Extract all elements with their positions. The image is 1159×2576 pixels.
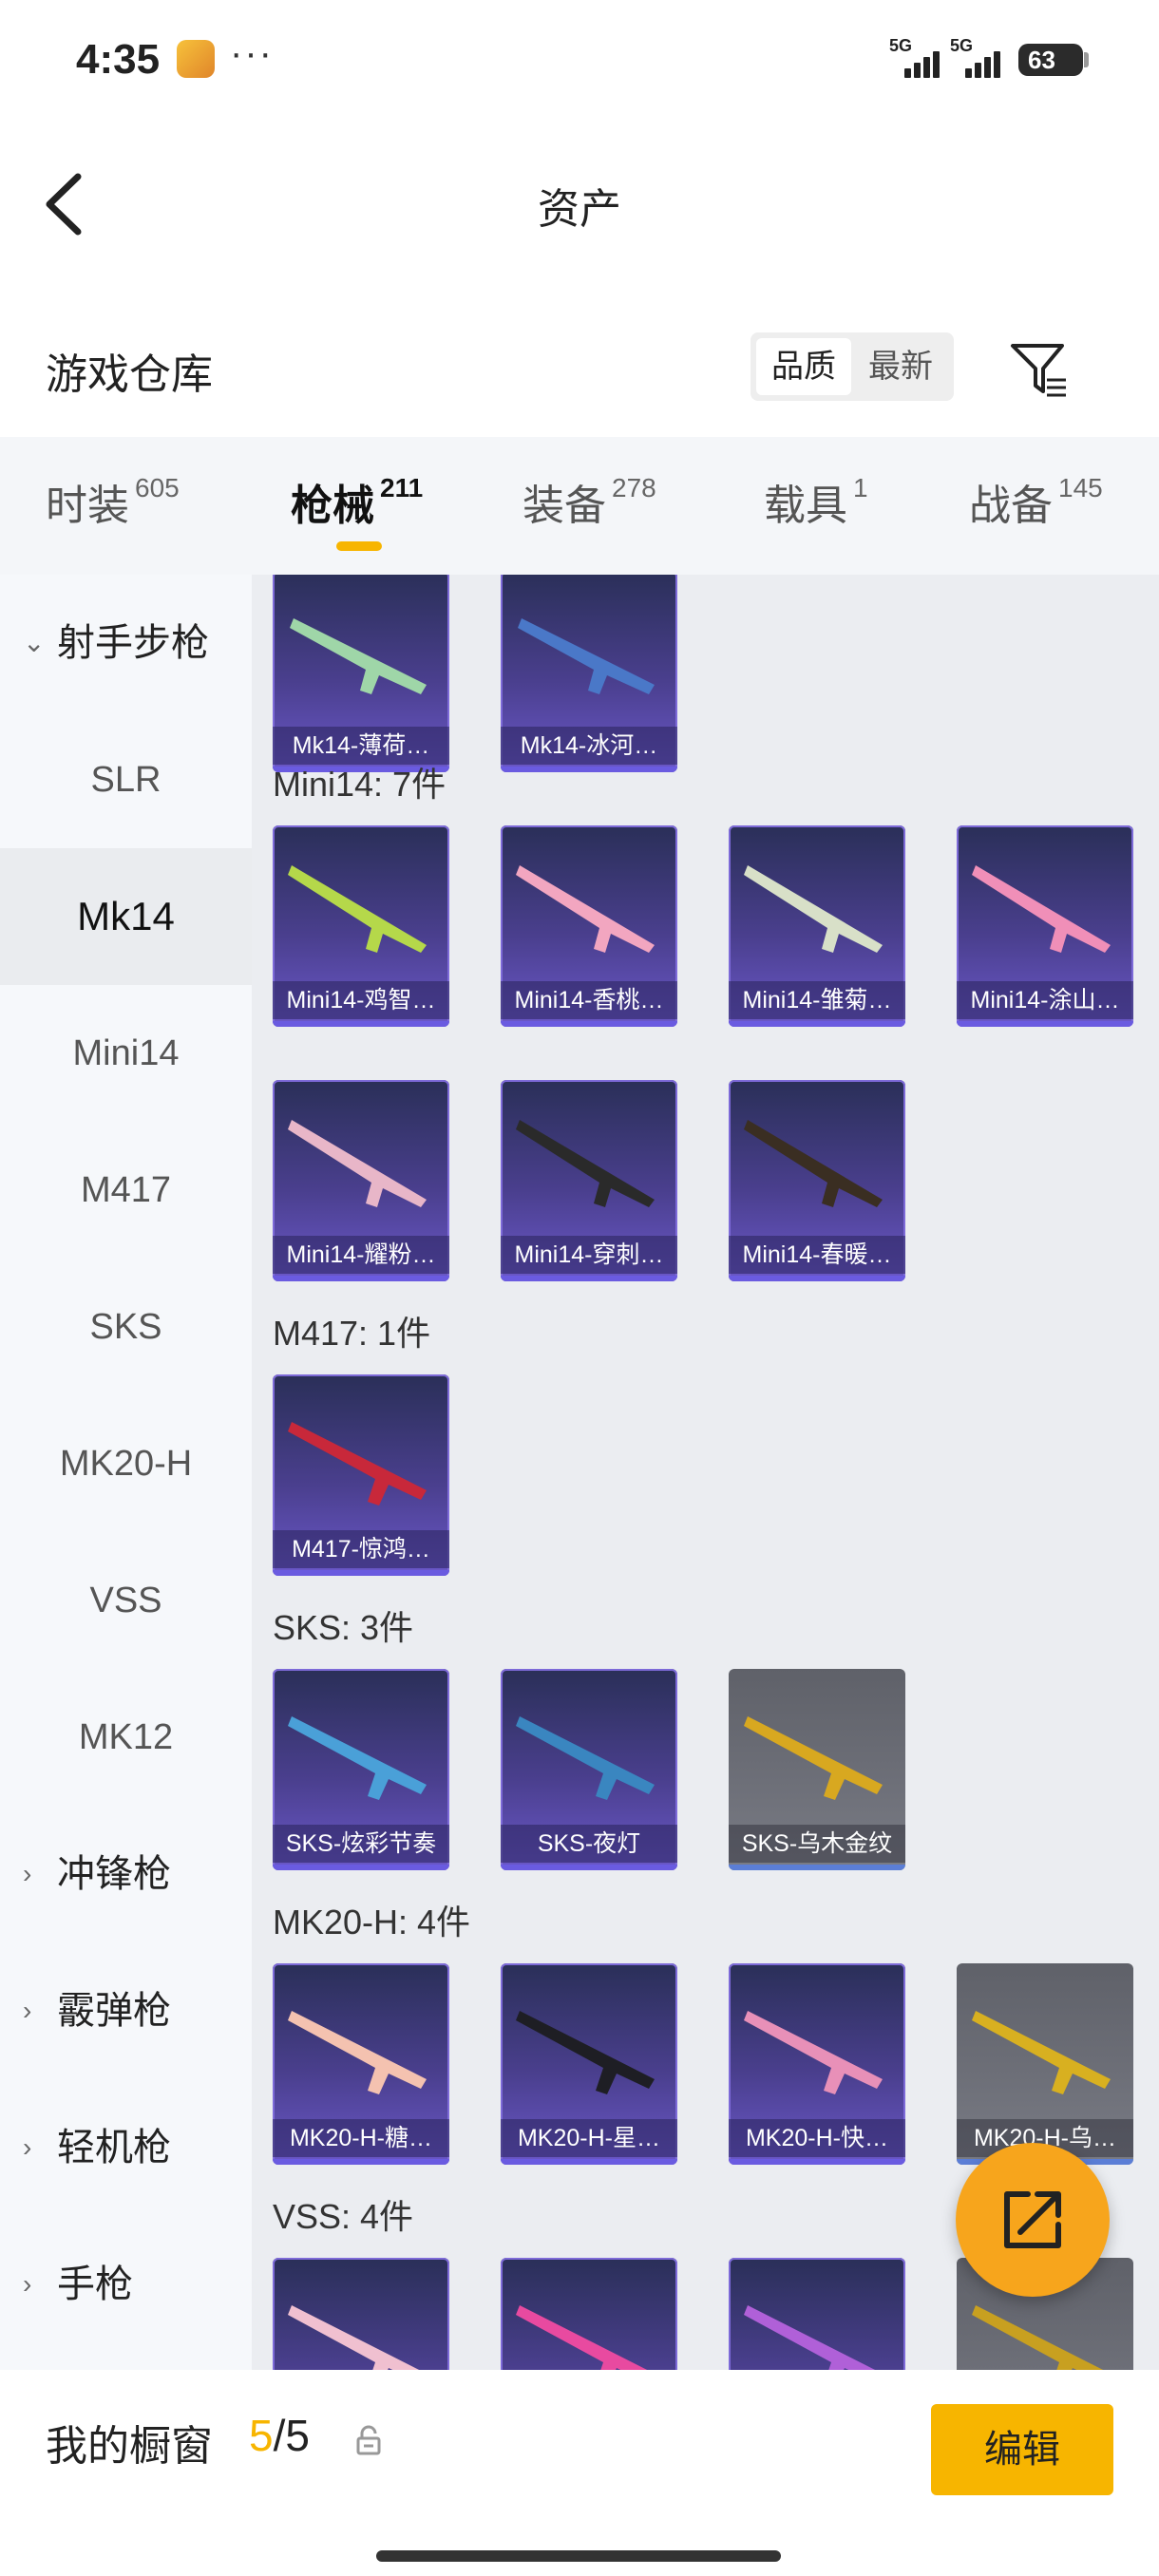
weapon-card[interactable]: MK20-H-快… xyxy=(729,1963,905,2165)
weapon-card[interactable]: Mk14-薄荷… xyxy=(273,575,449,772)
weapon-card[interactable]: Mk14-冰河… xyxy=(501,575,677,772)
weapon-card[interactable]: MK20-H-星… xyxy=(501,1963,677,2165)
weapon-card[interactable] xyxy=(501,2258,677,2370)
app-notification-icon xyxy=(177,40,215,78)
category-tabs: 时装 605 枪械 211 装备 278 载具 1 战备 145 xyxy=(0,437,1159,575)
home-indicator[interactable] xyxy=(376,2550,781,2562)
sidebar-item-m417[interactable]: M417 xyxy=(0,1122,252,1259)
rifle-icon xyxy=(288,1422,427,1506)
sidebar-item-vss[interactable]: VSS xyxy=(0,1532,252,1669)
group-label-sks: SKS: 3件 xyxy=(273,1608,414,1647)
sort-quality-button[interactable]: 品质 xyxy=(756,338,851,395)
rifle-icon xyxy=(290,618,427,694)
sidebar-group-lmg[interactable]: › 轻机枪 xyxy=(0,2079,252,2216)
weapon-card[interactable]: Mini14-香桃… xyxy=(501,825,677,1027)
sidebar-item-mk20h[interactable]: MK20-H xyxy=(0,1395,252,1532)
rifle-icon xyxy=(744,865,883,953)
rifle-icon xyxy=(972,2011,1111,2094)
group-label-m417: M417: 1件 xyxy=(273,1314,431,1353)
filter-icon[interactable] xyxy=(1009,340,1070,401)
warehouse-title: 游戏仓库 xyxy=(46,351,213,398)
sort-newest-button[interactable]: 最新 xyxy=(853,338,948,395)
weapon-card[interactable]: SKS-乌木金纹 xyxy=(729,1669,905,1870)
chevron-right-icon: › xyxy=(23,2132,32,2162)
sidebar-item-sks[interactable]: SKS xyxy=(0,1259,252,1395)
rifle-icon xyxy=(518,618,655,694)
weapon-card[interactable]: Mini14-穿刺… xyxy=(501,1080,677,1281)
weapon-card[interactable]: SKS-炫彩节奏 xyxy=(273,1669,449,1870)
weapon-card[interactable]: SKS-夜灯 xyxy=(501,1669,677,1870)
tab-active-indicator xyxy=(336,541,382,551)
showcase-bar: 我的橱窗 5/5 编辑 xyxy=(0,2370,1159,2576)
tab-equipment[interactable]: 装备 278 xyxy=(522,471,656,532)
rifle-icon xyxy=(744,1120,883,1207)
lock-icon xyxy=(356,2425,381,2455)
signal-icon-2: 5G xyxy=(950,36,1007,80)
edit-button[interactable]: 编辑 xyxy=(931,2404,1113,2495)
more-notifications-icon: ··· xyxy=(230,32,274,74)
battery-icon: 63 xyxy=(1018,44,1083,76)
status-bar: 4:35 ··· 5G 5G 63 xyxy=(0,0,1159,119)
weapon-card[interactable]: Mini14-春暖… xyxy=(729,1080,905,1281)
rifle-icon xyxy=(516,1716,655,1800)
sidebar-item-mk12[interactable]: MK12 xyxy=(0,1669,252,1806)
chevron-down-icon: ⌄ xyxy=(23,628,46,657)
tab-supplies[interactable]: 战备 145 xyxy=(969,471,1103,532)
sidebar-group-smg[interactable]: › 冲锋枪 xyxy=(0,1806,252,1942)
group-label-mk20h: MK20-H: 4件 xyxy=(273,1903,471,1941)
weapon-card[interactable]: M417-惊鸿… xyxy=(273,1374,449,1576)
sidebar-item-slr[interactable]: SLR xyxy=(0,711,252,848)
rifle-icon xyxy=(288,865,427,953)
chevron-right-icon: › xyxy=(23,1996,32,2025)
rifle-icon xyxy=(744,2011,883,2094)
rifle-icon xyxy=(516,1120,655,1207)
chevron-right-icon: › xyxy=(23,1859,32,1888)
tab-fashion[interactable]: 时装 605 xyxy=(46,471,180,532)
rifle-icon xyxy=(516,2011,655,2094)
rifle-icon xyxy=(288,2011,427,2094)
weapon-card[interactable]: Mini14-耀粉… xyxy=(273,1080,449,1281)
sidebar-item-mk14[interactable]: Mk14 xyxy=(0,848,252,985)
rifle-icon xyxy=(516,865,655,953)
weapon-card[interactable]: Mini14-涂山… xyxy=(957,825,1133,1027)
rifle-icon xyxy=(744,1716,883,1800)
tab-vehicles[interactable]: 载具 1 xyxy=(764,471,868,532)
rifle-icon xyxy=(972,865,1111,953)
sidebar-group-shotgun[interactable]: › 霰弹枪 xyxy=(0,1942,252,2079)
showcase-label: 我的橱窗 xyxy=(46,2423,213,2470)
share-fab-button[interactable] xyxy=(956,2143,1110,2297)
weapon-card[interactable]: Mini14-雏菊… xyxy=(729,825,905,1027)
header: 资产 xyxy=(0,142,1159,261)
weapon-type-sidebar: ⌄ 射手步枪 SLR Mk14 Mini14 M417 SKS MK20-H V… xyxy=(0,575,252,2370)
sidebar-item-mini14[interactable]: Mini14 xyxy=(0,985,252,1122)
page-title: 资产 xyxy=(538,186,621,233)
warehouse-header: 游戏仓库 品质 最新 xyxy=(0,313,1159,427)
rifle-icon xyxy=(288,1120,427,1207)
weapon-grid: Mk14-薄荷… Mk14-冰河… Mini14: 7件 Mini14-鸡智… … xyxy=(252,575,1159,2370)
weapon-card[interactable] xyxy=(273,2258,449,2370)
signal-icon-1: 5G xyxy=(889,36,946,80)
sort-toggle[interactable]: 品质 最新 xyxy=(750,332,954,401)
rifle-icon xyxy=(516,2305,648,2370)
sidebar-group-marksman[interactable]: ⌄ 射手步枪 xyxy=(0,575,252,711)
showcase-count: 5/5 xyxy=(249,2411,310,2460)
weapon-card[interactable]: Mini14-鸡智… xyxy=(273,825,449,1027)
group-label-vss: VSS: 4件 xyxy=(273,2197,414,2236)
rifle-icon xyxy=(288,1716,427,1800)
share-external-icon xyxy=(1004,2191,1061,2248)
sidebar-group-pistol[interactable]: › 手枪 xyxy=(0,2216,252,2353)
group-label-mini14: Mini14: 7件 xyxy=(273,765,446,804)
tab-guns[interactable]: 枪械 211 xyxy=(291,471,423,532)
weapon-card[interactable] xyxy=(729,2258,905,2370)
status-time: 4:35 xyxy=(76,36,161,83)
chevron-right-icon: › xyxy=(23,2269,32,2299)
rifle-icon xyxy=(972,2305,1104,2370)
rifle-icon xyxy=(288,2305,420,2370)
weapon-card[interactable]: MK20-H-乌… xyxy=(957,1963,1133,2165)
rifle-icon xyxy=(744,2305,876,2370)
weapon-card[interactable]: MK20-H-糖… xyxy=(273,1963,449,2165)
